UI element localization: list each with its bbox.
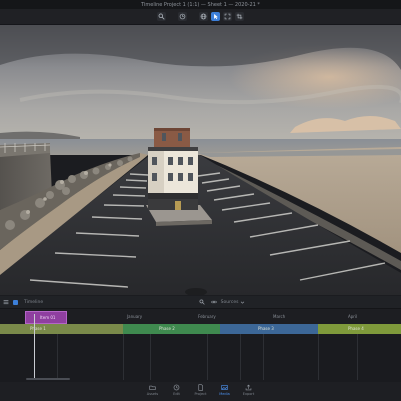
ruler-label: February <box>198 314 216 319</box>
ruler-label: March <box>273 314 286 319</box>
track-label: Phase 2 <box>159 326 175 331</box>
ruler-label: January <box>127 314 143 319</box>
track-segment[interactable]: Phase 1 <box>0 324 123 334</box>
chevron-down-icon <box>240 300 245 305</box>
clock-icon <box>173 384 180 391</box>
search-icon <box>158 13 165 20</box>
nav-label: Project <box>194 392 207 396</box>
pointer-button[interactable] <box>211 12 220 21</box>
timeline-label: Timeline <box>24 299 44 305</box>
nav-project[interactable]: Project <box>194 382 208 396</box>
timeline-tracks[interactable]: Phase 1 Phase 2 Phase 3 Phase 4 <box>0 314 401 382</box>
nav-label: Assets <box>146 392 159 396</box>
playhead[interactable] <box>34 314 35 380</box>
bottom-navigation: Assets Edit Project Media Export <box>0 382 401 401</box>
title-bar: Timeline Project 1 (1:1) — Sheet 1 — 202… <box>0 0 401 9</box>
nav-label: Media <box>219 392 230 396</box>
nav-label: Export <box>242 392 255 396</box>
folder-icon <box>149 385 156 390</box>
ruler-label: April <box>348 314 358 319</box>
menu-icon[interactable] <box>3 299 9 305</box>
timeline-toolbar: Timeline Sources <box>0 296 401 309</box>
clip-label: Item 01 <box>40 315 56 320</box>
globe-icon <box>200 13 207 20</box>
pointer-icon <box>214 14 218 20</box>
nav-assets[interactable]: Assets <box>146 382 160 396</box>
export-icon <box>245 384 252 391</box>
crop-icon <box>236 13 243 20</box>
history-icon <box>179 13 186 20</box>
search-button[interactable] <box>157 12 166 21</box>
window-title: Timeline Project 1 (1:1) — Sheet 1 — 202… <box>141 1 260 8</box>
track-label: Phase 4 <box>348 326 364 331</box>
link-icon[interactable] <box>211 299 217 305</box>
globe-button[interactable] <box>199 12 208 21</box>
expand-button[interactable] <box>223 12 232 21</box>
layers-icon[interactable] <box>13 299 18 305</box>
timeline-clip[interactable]: Item 01 <box>25 311 67 324</box>
zoom-icon[interactable] <box>199 299 205 305</box>
nav-export[interactable]: Export <box>242 382 256 396</box>
image-icon <box>221 385 228 390</box>
nav-label: Edit <box>173 392 180 396</box>
track-label: Phase 1 <box>30 326 46 331</box>
history-button[interactable] <box>178 12 187 21</box>
top-toolbar <box>0 9 401 25</box>
horizontal-scrollbar[interactable] <box>26 378 70 380</box>
document-icon <box>198 384 203 391</box>
image-viewer[interactable] <box>0 25 401 295</box>
crop-button[interactable] <box>235 12 244 21</box>
sources-dropdown[interactable]: Sources <box>221 300 239 305</box>
track-segment[interactable]: Phase 4 <box>318 324 401 334</box>
expand-icon <box>224 13 231 20</box>
viewer-photo <box>0 25 401 295</box>
nav-edit[interactable]: Edit <box>170 382 184 396</box>
track-segment[interactable]: Phase 3 <box>220 324 318 334</box>
track-segment[interactable]: Phase 2 <box>123 324 220 334</box>
track-label: Phase 3 <box>258 326 274 331</box>
nav-media[interactable]: Media <box>218 382 232 396</box>
